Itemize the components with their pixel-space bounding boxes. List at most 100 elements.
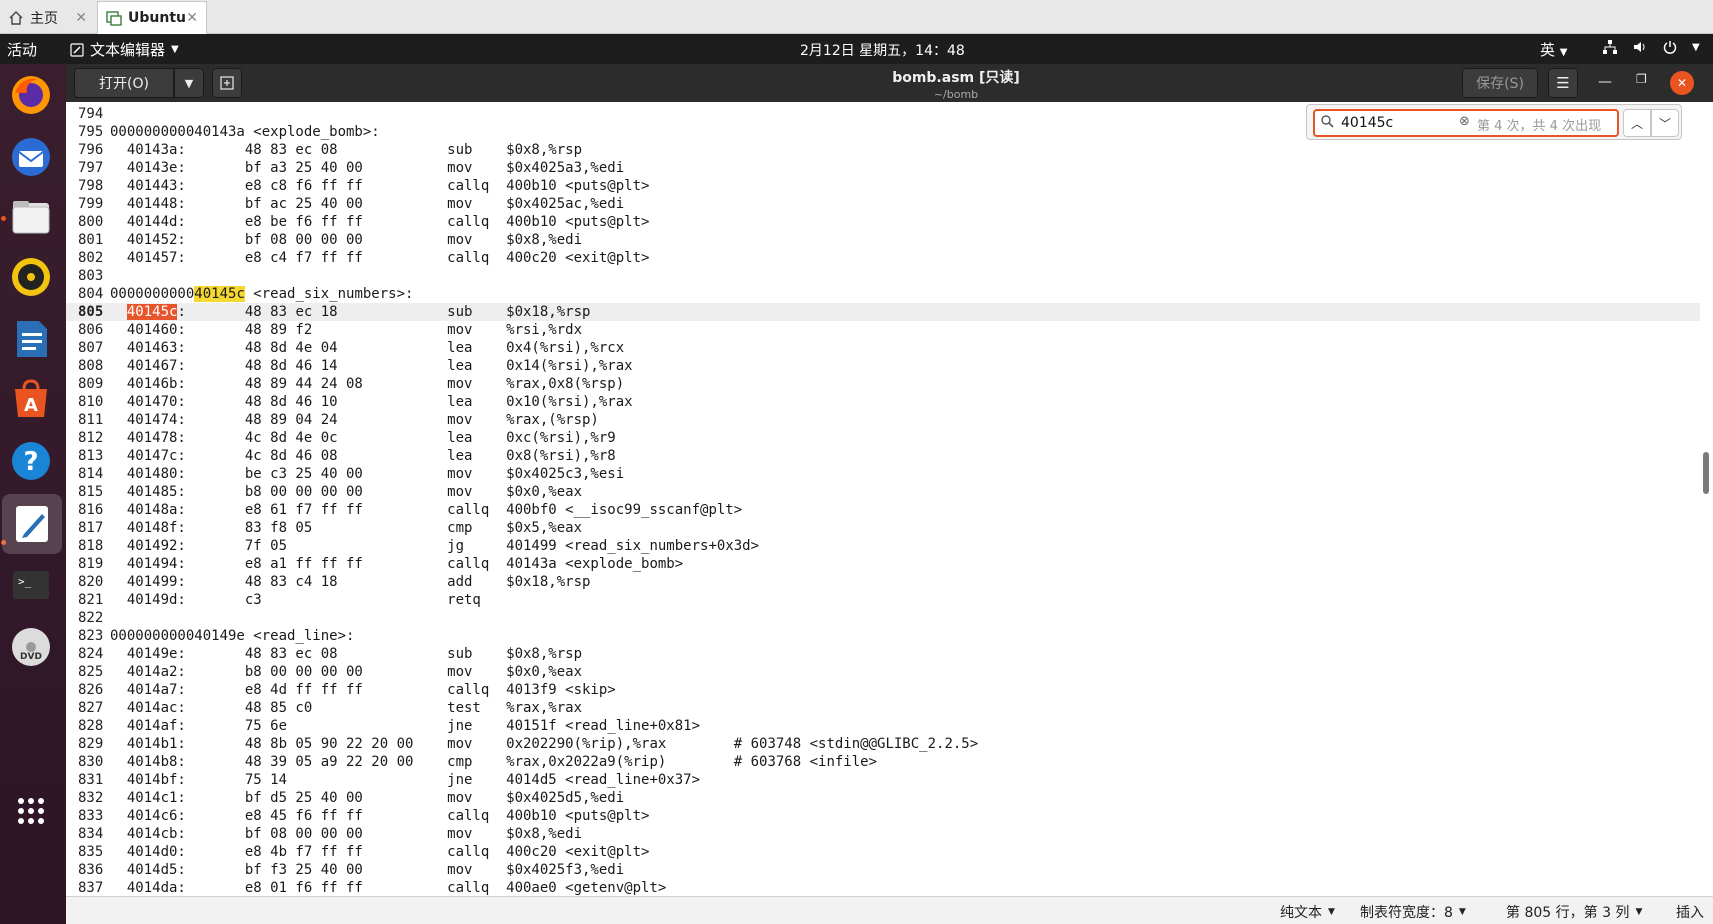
- code-line[interactable]: 831 4014bf: 75 14 jne 4014d5 <read_line+…: [66, 771, 1700, 789]
- input-method-indicator[interactable]: 英 ▼: [1540, 39, 1568, 60]
- vm-tab-home[interactable]: 主页 ✕: [0, 1, 95, 34]
- tab-width-selector[interactable]: 制表符宽度：8 ▼: [1360, 902, 1466, 922]
- vm-tab-ubuntu[interactable]: Ubuntu ✕: [97, 1, 207, 34]
- code-line[interactable]: 827 4014ac: 48 85 c0 test %rax,%rax: [66, 699, 1700, 717]
- activities-button[interactable]: 活动: [7, 39, 37, 60]
- language-selector[interactable]: 纯文本 ▼: [1280, 902, 1335, 922]
- code-line[interactable]: 804 000000000040145c <read_six_numbers>:: [66, 285, 1700, 303]
- app-menu[interactable]: 文本编辑器 ▼: [70, 39, 179, 60]
- code-line[interactable]: 829 4014b1: 48 8b 05 90 22 20 00 mov 0x2…: [66, 735, 1700, 753]
- libreoffice-writer-icon[interactable]: [8, 316, 54, 362]
- show-apps-icon[interactable]: [8, 788, 54, 834]
- search-input[interactable]: [1341, 113, 1451, 133]
- terminal-icon[interactable]: >_: [8, 562, 54, 608]
- code-line[interactable]: 834 4014cb: bf 08 00 00 00 mov $0x8,%edi: [66, 825, 1700, 843]
- vertical-scrollbar[interactable]: [1703, 452, 1709, 494]
- code-line[interactable]: 824 40149e: 48 83 ec 08 sub $0x8,%rsp: [66, 645, 1700, 663]
- help-icon[interactable]: ?: [8, 438, 54, 484]
- code-line[interactable]: 800 40144d: e8 be f6 ff ff callq 400b10 …: [66, 213, 1700, 231]
- minimize-button[interactable]: —: [1598, 74, 1612, 90]
- code-line[interactable]: 832 4014c1: bf d5 25 40 00 mov $0x4025d5…: [66, 789, 1700, 807]
- vm-icon: [106, 10, 122, 26]
- code-line[interactable]: 830 4014b8: 48 39 05 a9 22 20 00 cmp %ra…: [66, 753, 1700, 771]
- code-line[interactable]: 817 40148f: 83 f8 05 cmp $0x5,%eax: [66, 519, 1700, 537]
- files-icon[interactable]: [8, 194, 54, 240]
- line-number: 829: [78, 736, 104, 752]
- code-line[interactable]: 807 401463: 48 8d 4e 04 lea 0x4(%rsi),%r…: [66, 339, 1700, 357]
- cursor-position[interactable]: 第 805 行，第 3 列 ▼: [1506, 902, 1642, 922]
- code-line[interactable]: 822: [66, 609, 1700, 627]
- vm-tab-bar: 主页 ✕ Ubuntu ✕: [0, 0, 1713, 34]
- rhythmbox-icon[interactable]: [8, 254, 54, 300]
- code-line[interactable]: 816 40148a: e8 61 f7 ff ff callq 400bf0 …: [66, 501, 1700, 519]
- code-line[interactable]: 811 401474: 48 89 04 24 mov %rax,(%rsp): [66, 411, 1700, 429]
- code-line[interactable]: 813 40147c: 4c 8d 46 08 lea 0x8(%rsi),%r…: [66, 447, 1700, 465]
- search-next-button[interactable]: ﹀: [1651, 109, 1679, 137]
- code-line[interactable]: 797 40143e: bf a3 25 40 00 mov $0x4025a3…: [66, 159, 1700, 177]
- code-line[interactable]: 833 4014c6: e8 45 f6 ff ff callq 400b10 …: [66, 807, 1700, 825]
- code-line[interactable]: 814 401480: be c3 25 40 00 mov $0x4025c3…: [66, 465, 1700, 483]
- line-text: 4014a2: b8 00 00 00 00 mov $0x0,%eax: [110, 664, 583, 680]
- close-icon[interactable]: ✕: [186, 10, 198, 26]
- text-view[interactable]: 794 795 000000000040143a <explode_bomb>: 79…: [66, 102, 1713, 896]
- code-line[interactable]: 836 4014d5: bf f3 25 40 00 mov $0x4025f3…: [66, 861, 1700, 879]
- line-number: 819: [78, 556, 104, 572]
- system-tray[interactable]: ▼: [1602, 39, 1700, 55]
- line-text: 40148f: 83 f8 05 cmp $0x5,%eax: [110, 520, 583, 536]
- code-line[interactable]: 805 40145c: 48 83 ec 18 sub $0x18,%rsp: [66, 303, 1700, 321]
- line-number: 798: [78, 178, 104, 194]
- maximize-button[interactable]: ❐: [1636, 72, 1647, 86]
- line-text: 4014c1: bf d5 25 40 00 mov $0x4025d5,%ed…: [110, 790, 625, 806]
- clear-search-icon[interactable]: ⊗: [1459, 114, 1470, 129]
- close-button[interactable]: ✕: [1670, 71, 1694, 95]
- close-icon[interactable]: ✕: [75, 10, 87, 26]
- clock[interactable]: 2月12日 星期五，14：48: [800, 40, 965, 60]
- line-text-prefix: [110, 304, 127, 320]
- open-button[interactable]: 打开(O): [74, 68, 174, 98]
- tab-width-label: 制表符宽度：8: [1360, 905, 1453, 921]
- insert-mode-indicator[interactable]: 插入: [1676, 902, 1704, 922]
- chevron-down-icon: ▼: [1635, 907, 1643, 917]
- firefox-icon[interactable]: [8, 72, 54, 118]
- code-line[interactable]: 798 401443: e8 c8 f6 ff ff callq 400b10 …: [66, 177, 1700, 195]
- line-number: 813: [78, 448, 104, 464]
- line-number: 797: [78, 160, 104, 176]
- search-previous-button[interactable]: ︿: [1623, 109, 1651, 137]
- code-line[interactable]: 835 4014d0: e8 4b f7 ff ff callq 400c20 …: [66, 843, 1700, 861]
- thunderbird-icon[interactable]: [8, 134, 54, 180]
- code-line[interactable]: 799 401448: bf ac 25 40 00 mov $0x4025ac…: [66, 195, 1700, 213]
- code-line[interactable]: 802 401457: e8 c4 f7 ff ff callq 400c20 …: [66, 249, 1700, 267]
- code-line[interactable]: 796 40143a: 48 83 ec 08 sub $0x8,%rsp: [66, 141, 1700, 159]
- code-line[interactable]: 828 4014af: 75 6e jne 40151f <read_line+…: [66, 717, 1700, 735]
- app-menu-label: 文本编辑器: [90, 41, 166, 59]
- code-line[interactable]: 815 401485: b8 00 00 00 00 mov $0x0,%eax: [66, 483, 1700, 501]
- code-line[interactable]: 801 401452: bf 08 00 00 00 mov $0x8,%edi: [66, 231, 1700, 249]
- ubuntu-software-icon[interactable]: A: [8, 376, 54, 422]
- code-line[interactable]: 823 000000000040149e <read_line>:: [66, 627, 1700, 645]
- code-line[interactable]: 808 401467: 48 8d 46 14 lea 0x14(%rsi),%…: [66, 357, 1700, 375]
- open-recent-button[interactable]: ▼: [174, 68, 204, 98]
- code-line[interactable]: 809 40146b: 48 89 44 24 08 mov %rax,0x8(…: [66, 375, 1700, 393]
- window-title: bomb.asm [只读] ~/bomb: [786, 67, 1126, 101]
- code-line[interactable]: 837 4014da: e8 01 f6 ff ff callq 400ae0 …: [66, 879, 1700, 896]
- code-line[interactable]: 812 401478: 4c 8d 4e 0c lea 0xc(%rsi),%r…: [66, 429, 1700, 447]
- code-line[interactable]: 820 401499: 48 83 c4 18 add $0x18,%rsp: [66, 573, 1700, 591]
- code-line[interactable]: 818 401492: 7f 05 jg 401499 <read_six_nu…: [66, 537, 1700, 555]
- dvd-icon[interactable]: DVD: [8, 624, 54, 670]
- code-line[interactable]: 825 4014a2: b8 00 00 00 00 mov $0x0,%eax: [66, 663, 1700, 681]
- new-tab-button[interactable]: [212, 68, 242, 98]
- line-text: 401492: 7f 05 jg 401499 <read_six_number…: [110, 538, 760, 554]
- code-line[interactable]: 826 4014a7: e8 4d ff ff ff callq 4013f9 …: [66, 681, 1700, 699]
- line-text: 40148a: e8 61 f7 ff ff callq 400bf0 <__i…: [110, 502, 743, 518]
- search-match-count: 第 4 次，共 4 次出现: [1477, 119, 1602, 134]
- code-line[interactable]: 821 40149d: c3 retq: [66, 591, 1700, 609]
- code-line[interactable]: 810 401470: 48 8d 46 10 lea 0x10(%rsi),%…: [66, 393, 1700, 411]
- text-editor-icon[interactable]: [2, 494, 62, 554]
- save-button[interactable]: 保存(S): [1462, 68, 1538, 98]
- hamburger-menu-button[interactable]: ☰: [1548, 68, 1578, 98]
- code-line[interactable]: 806 401460: 48 89 f2 mov %rsi,%rdx: [66, 321, 1700, 339]
- line-text-prefix: 0000000000: [110, 286, 195, 302]
- cursor-position-label: 第 805 行，第 3 列: [1506, 905, 1630, 921]
- code-line[interactable]: 803: [66, 267, 1700, 285]
- code-line[interactable]: 819 401494: e8 a1 ff ff ff callq 40143a …: [66, 555, 1700, 573]
